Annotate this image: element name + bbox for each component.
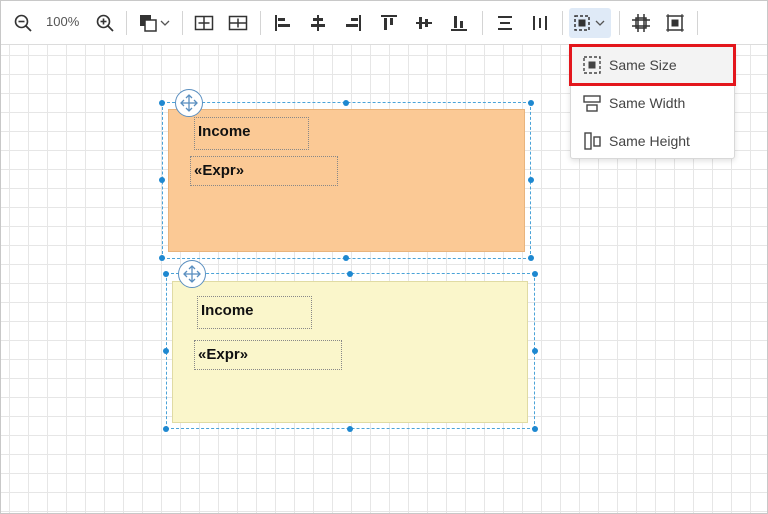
- size-to-grid-icon[interactable]: [663, 8, 687, 38]
- resize-handle[interactable]: [343, 255, 349, 261]
- toolbar-separator: [697, 11, 698, 35]
- resize-handle[interactable]: [343, 100, 349, 106]
- same-width-icon: [583, 95, 601, 112]
- menu-item-same-height[interactable]: Same Height: [571, 122, 734, 160]
- align-top-icon[interactable]: [377, 8, 401, 38]
- zoom-level[interactable]: 100%: [46, 14, 79, 29]
- resize-handle[interactable]: [347, 426, 353, 432]
- same-size-icon: [583, 56, 601, 74]
- menu-item-label: Same Width: [609, 95, 686, 111]
- move-icon[interactable]: [178, 260, 206, 288]
- menu-item-label: Same Size: [609, 57, 677, 73]
- resize-handle[interactable]: [528, 177, 534, 183]
- expr-field[interactable]: «Expr»: [194, 340, 342, 370]
- resize-handle[interactable]: [163, 348, 169, 354]
- center-vertically-icon[interactable]: [226, 8, 250, 38]
- resize-handle[interactable]: [159, 100, 165, 106]
- toolbar-separator: [126, 11, 127, 35]
- toolbar-separator: [562, 11, 563, 35]
- menu-item-same-size[interactable]: Same Size: [569, 44, 736, 86]
- same-height-icon: [584, 132, 601, 150]
- resize-handle[interactable]: [347, 271, 353, 277]
- zoom-out-icon[interactable]: [11, 8, 35, 38]
- align-middle-icon[interactable]: [412, 8, 436, 38]
- resize-handle[interactable]: [159, 255, 165, 261]
- zoom-in-icon[interactable]: [93, 8, 117, 38]
- resize-handle[interactable]: [532, 271, 538, 277]
- align-bottom-icon[interactable]: [447, 8, 471, 38]
- toolbar: 100%: [1, 1, 767, 45]
- fit-to-band-icon[interactable]: [629, 8, 653, 38]
- resize-handle[interactable]: [532, 348, 538, 354]
- center-horizontally-icon[interactable]: [192, 8, 216, 38]
- make-same-size-icon[interactable]: [569, 8, 611, 38]
- resize-handle[interactable]: [159, 177, 165, 183]
- menu-item-label: Same Height: [609, 133, 690, 149]
- expr-field[interactable]: «Expr»: [190, 156, 338, 186]
- report-designer: 100% Income «Expr» Income «Expr» Same Si…: [0, 0, 768, 514]
- resize-handle[interactable]: [163, 426, 169, 432]
- resize-handle[interactable]: [532, 426, 538, 432]
- fill-color-icon[interactable]: [137, 8, 173, 38]
- distribute-horizontally-icon[interactable]: [493, 8, 517, 38]
- resize-handle[interactable]: [528, 100, 534, 106]
- same-size-menu: Same Size Same Width Same Height: [569, 44, 736, 160]
- align-right-icon[interactable]: [341, 8, 365, 38]
- income-field[interactable]: Income: [194, 117, 309, 150]
- toolbar-separator: [482, 11, 483, 35]
- distribute-vertically-icon[interactable]: [528, 8, 552, 38]
- toolbar-separator: [182, 11, 183, 35]
- align-left-icon[interactable]: [271, 8, 295, 38]
- income-field[interactable]: Income: [197, 296, 312, 329]
- move-icon[interactable]: [175, 89, 203, 117]
- toolbar-separator: [260, 11, 261, 35]
- toolbar-separator: [619, 11, 620, 35]
- menu-item-same-width[interactable]: Same Width: [571, 84, 734, 122]
- resize-handle[interactable]: [163, 271, 169, 277]
- resize-handle[interactable]: [528, 255, 534, 261]
- align-center-icon[interactable]: [306, 8, 330, 38]
